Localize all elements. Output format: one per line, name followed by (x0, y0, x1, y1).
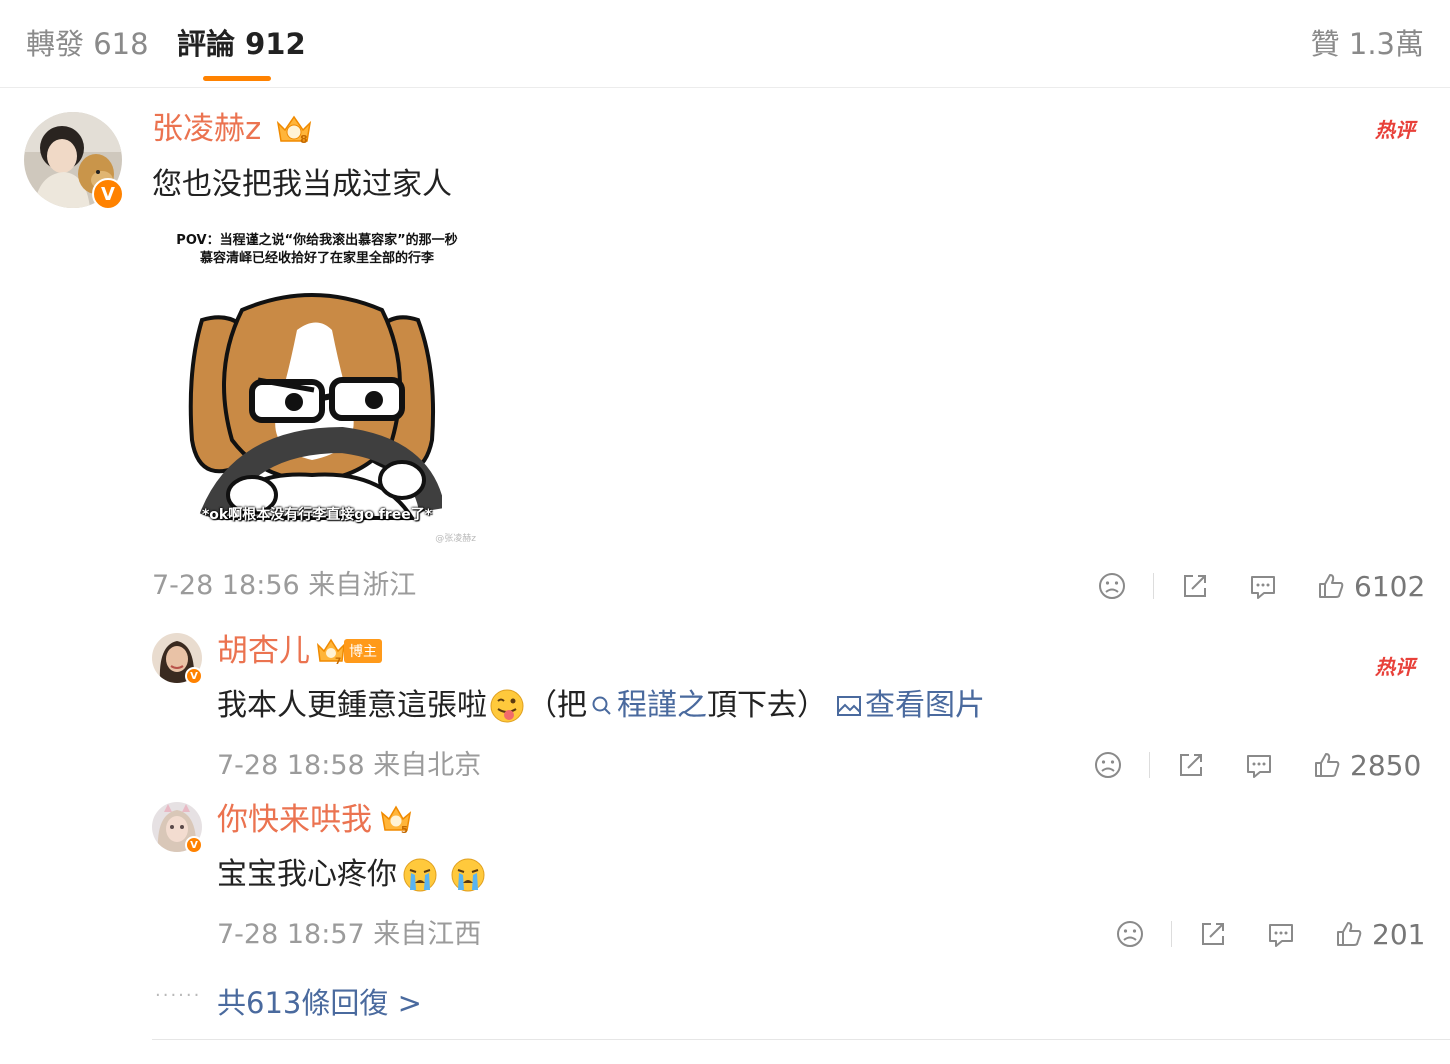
like-button[interactable]: 201 (1334, 918, 1425, 951)
search-icon (592, 696, 611, 715)
crying-emoji-icon (451, 858, 485, 892)
comment-text: 您也没把我当成过家人 (152, 167, 452, 202)
view-image-text: 查看图片 (865, 688, 985, 723)
member-crown-icon: 8 (275, 113, 313, 149)
image-watermark: @张凌赫z (435, 534, 476, 544)
dog-meme-illustration (182, 290, 442, 520)
reply-timestamp: 7-28 18:58 来自北京 (217, 750, 482, 781)
member-crown-icon: 7 博主 (316, 637, 382, 665)
topic-link[interactable]: 程謹之 (587, 686, 707, 726)
tab-reposts[interactable]: 轉發 618 (26, 26, 149, 62)
like-count: 2850 (1350, 748, 1422, 782)
tongue-out-emoji-icon (490, 689, 524, 723)
reply-text: 我本人更鍾意這張啦 （把 程謹之 頂下去） 查看图片 (217, 686, 985, 726)
image-caption-line1: POV：当程谨之说“你给我滚出慕容家”的那一秒 (176, 233, 458, 248)
reply-text-after: 頂下去） (707, 688, 827, 723)
crying-emoji-icon (403, 858, 437, 892)
sad-face-icon (1117, 921, 1143, 947)
comment-username[interactable]: 张凌赫z (152, 110, 261, 148)
like-button[interactable]: 2850 (1312, 749, 1421, 782)
hot-comment-badge: 热评 (1375, 118, 1415, 142)
reply-username[interactable]: 你快来哄我 (217, 801, 372, 839)
share-icon (1180, 754, 1202, 776)
comment-bubble-icon (1247, 755, 1271, 778)
comment-image[interactable]: POV：当程谨之说“你给我滚出慕容家”的那一秒 慕容清峄已经收拾好了在家里全部的… (152, 224, 482, 544)
comment-actions: 6102 (1096, 566, 1425, 606)
view-more-replies-link[interactable]: 共613條回復 > (217, 980, 422, 1022)
dislike-button[interactable] (1114, 918, 1146, 950)
reply-text-main: 宝宝我心疼你 (217, 857, 397, 892)
dislike-button[interactable] (1092, 749, 1124, 781)
divider (1171, 921, 1172, 947)
active-tab-indicator (203, 76, 271, 81)
blogger-badge: 博主 (344, 639, 382, 663)
verified-badge-icon: V (92, 178, 124, 210)
reply-timestamp: 7-28 18:57 来自江西 (217, 919, 482, 950)
thumbs-up-icon (1319, 574, 1344, 598)
sad-face-icon (1095, 752, 1121, 778)
hot-comment-badge: 热评 (1375, 655, 1415, 679)
svg-text:7: 7 (335, 657, 341, 665)
like-count: 201 (1372, 917, 1426, 951)
comment-tabs-bar: 轉發 618 評論 912 贊 1.3萬 (0, 0, 1450, 88)
tab-likes[interactable]: 贊 1.3萬 (1311, 26, 1424, 62)
share-icon (1202, 923, 1224, 945)
reply-text-paren-open: （把 (527, 688, 587, 723)
image-caption-line2: 慕容清峄已经收拾好了在家里全部的行李 (199, 251, 434, 266)
reply-button[interactable] (1244, 750, 1274, 780)
comment-bubble-icon (1251, 576, 1275, 599)
divider (152, 1039, 1450, 1040)
share-icon (1184, 575, 1206, 597)
comment-bubble-icon (1269, 924, 1293, 947)
reply-actions: 2850 (1092, 745, 1421, 785)
image-subtitle: *ok啊根本没有行李直接go free了* (201, 507, 433, 523)
image-icon (837, 696, 861, 716)
member-crown-icon: 5 (380, 804, 412, 838)
tab-comments[interactable]: 評論 912 (177, 26, 306, 62)
topic-link-text: 程謹之 (617, 688, 707, 723)
view-image-link[interactable]: 查看图片 (835, 686, 985, 726)
reply-button[interactable] (1248, 571, 1278, 601)
divider (1153, 573, 1154, 599)
thumbs-up-icon (1315, 753, 1340, 777)
reply-username[interactable]: 胡杏儿 (217, 632, 310, 670)
share-button[interactable] (1176, 750, 1206, 780)
thumbs-up-icon (1337, 922, 1362, 946)
like-count: 6102 (1354, 569, 1426, 603)
dislike-button[interactable] (1096, 570, 1128, 602)
svg-text:5: 5 (401, 825, 408, 834)
comment-timestamp: 7-28 18:56 来自浙江 (152, 570, 417, 601)
share-button[interactable] (1180, 571, 1210, 601)
verified-badge-icon: V (185, 667, 203, 685)
reply-text: 宝宝我心疼你 (217, 855, 487, 895)
sad-face-icon (1099, 573, 1125, 599)
reply-text-main: 我本人更鍾意這張啦 (217, 688, 487, 723)
reply-thread-dots: ······ (155, 985, 202, 1006)
share-button[interactable] (1198, 919, 1228, 949)
divider (1149, 752, 1150, 778)
verified-badge-icon: V (185, 836, 203, 854)
reply-button[interactable] (1266, 919, 1296, 949)
like-button[interactable]: 6102 (1316, 570, 1425, 603)
reply-actions: 201 (1114, 914, 1425, 954)
svg-text:8: 8 (300, 133, 308, 145)
